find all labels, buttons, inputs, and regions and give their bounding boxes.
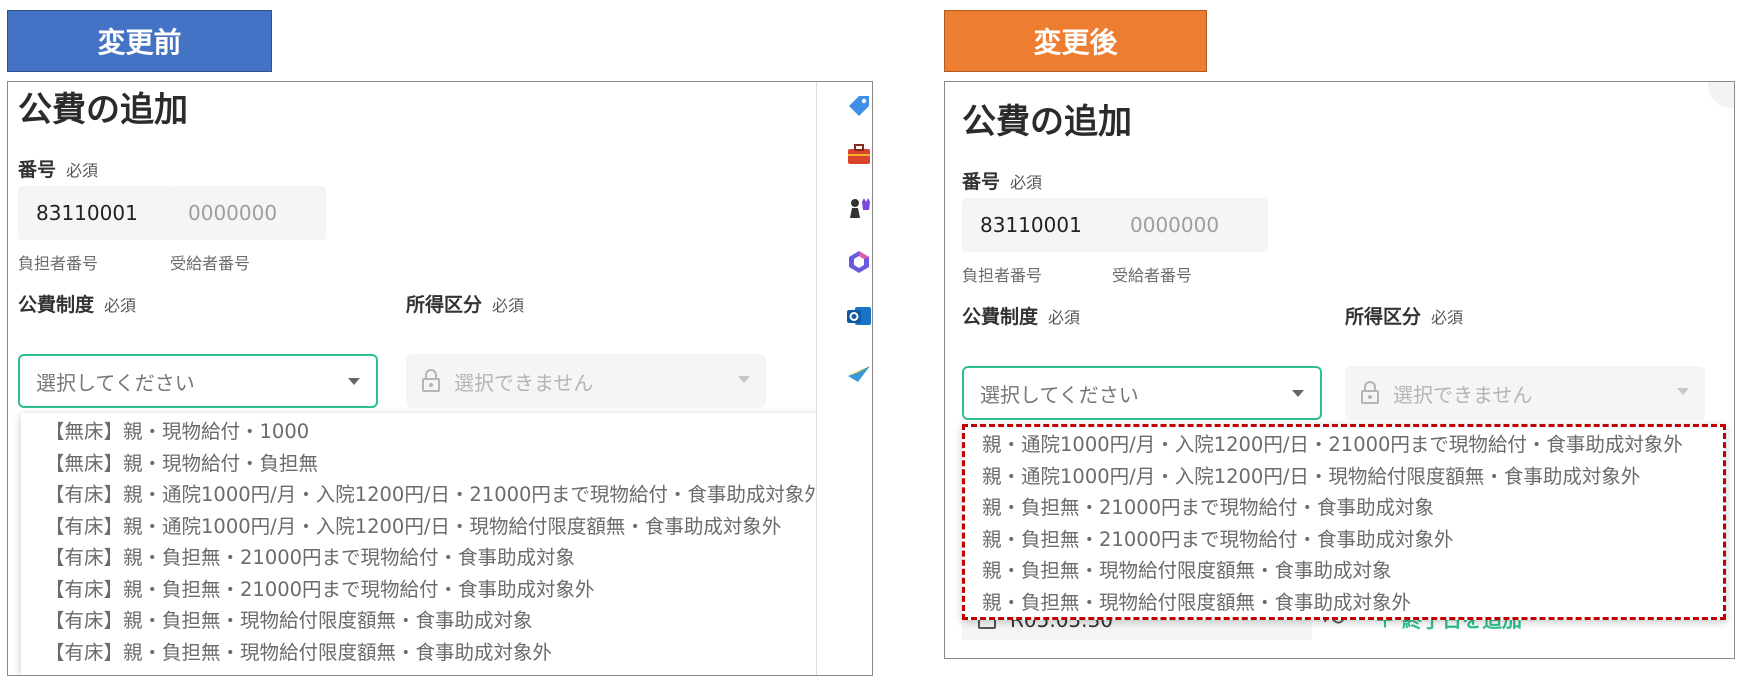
dropdown-option[interactable]: 親・負担無・21000円まで現物給付・食事助成対象外	[965, 524, 1723, 556]
required-badge: 必須	[1048, 308, 1081, 327]
dropdown-option[interactable]: 【有床】親・負担無・現物給付限度額無・食事助成対象外	[21, 637, 872, 669]
dropdown-option[interactable]: 親・通院1000円/月・入院1200円/日・現物給付限度額無・食事助成対象外	[965, 461, 1723, 493]
public-expense-system-select[interactable]: 選択してください	[962, 366, 1322, 420]
chevron-down-icon	[348, 378, 360, 385]
dropdown-option[interactable]: 親・負担無・現物給付限度額無・食事助成対象外	[965, 587, 1723, 619]
required-badge: 必須	[104, 296, 137, 315]
copilot-icon[interactable]	[845, 248, 873, 276]
lock-icon	[422, 369, 440, 393]
app-sidebar	[816, 82, 872, 675]
lock-icon	[1361, 381, 1379, 405]
before-panel: 公費の追加 番号 必須 83110001 0000000 負担者番号 受給者番号 …	[7, 81, 873, 676]
dropdown-option[interactable]: 親・負担無・21000円まで現物給付・食事助成対象	[965, 492, 1723, 524]
recipient-number-label: 受給者番号	[170, 254, 251, 273]
payer-number-input[interactable]: 83110001	[962, 198, 1118, 252]
income-category-label: 所得区分 必須	[1345, 306, 1464, 328]
income-category-select: 選択できません	[406, 354, 766, 408]
chevron-down-icon	[738, 376, 750, 383]
public-expense-system-label: 公費制度 必須	[962, 306, 1081, 328]
dropdown-option[interactable]: 【有床】親・負担無・現物給付限度額無・食事助成対象	[21, 605, 872, 637]
income-category-label: 所得区分 必須	[406, 294, 525, 316]
dropdown-option[interactable]: 【無床】親・現物給付・1000	[21, 416, 872, 448]
send-icon[interactable]	[845, 356, 873, 384]
chevron-down-icon	[1292, 390, 1304, 397]
toolbox-icon[interactable]	[845, 140, 873, 168]
required-badge: 必須	[492, 296, 525, 315]
public-expense-system-label: 公費制度 必須	[18, 294, 137, 316]
page-title: 公費の追加	[962, 102, 1132, 142]
public-expense-system-select[interactable]: 選択してください	[18, 354, 378, 408]
tag-icon[interactable]	[845, 92, 873, 120]
payer-number-input[interactable]: 83110001	[18, 186, 174, 240]
options-dropdown: 【無床】親・現物給付・1000 【無床】親・現物給付・負担無 【有床】親・通院1…	[21, 413, 872, 675]
after-panel: 公費の追加 番号 必須 83110001 0000000 負担者番号 受給者番号 …	[944, 81, 1735, 659]
page-title: 公費の追加	[18, 90, 188, 130]
before-banner: 変更前	[7, 10, 272, 72]
recipient-number-input[interactable]: 0000000	[1112, 198, 1268, 252]
dropdown-option[interactable]: 親・通院1000円/月・入院1200円/日・21000円まで現物給付・食事助成対…	[965, 429, 1723, 461]
payer-number-label: 負担者番号	[962, 266, 1043, 285]
required-badge: 必須	[66, 161, 99, 180]
dropdown-option[interactable]: 【有床】親・通院1000円/月・入院1200円/日・21000円まで現物給付・食…	[21, 479, 872, 511]
dropdown-option[interactable]: 【有床】親・通院1000円/月・入院1200円/日・現物給付限度額無・食事助成対…	[21, 511, 872, 543]
number-label: 番号 必須	[18, 159, 99, 181]
recipient-number-label: 受給者番号	[1112, 266, 1193, 285]
income-category-select: 選択できません	[1345, 366, 1705, 420]
recipient-number-input[interactable]: 0000000	[170, 186, 326, 240]
dropdown-option[interactable]: 【無床】親・現物給付・負担無	[21, 448, 872, 480]
required-badge: 必須	[1431, 308, 1464, 327]
chevron-down-icon	[1677, 388, 1689, 395]
options-dropdown: 親・通院1000円/月・入院1200円/日・21000円まで現物給付・食事助成対…	[962, 424, 1726, 620]
dropdown-option[interactable]: 親・負担無・現物給付限度額無・食事助成対象	[965, 555, 1723, 587]
dropdown-option[interactable]: 【有床】親・負担無・21000円まで現物給付・食事助成対象外	[21, 574, 872, 606]
payer-number-label: 負担者番号	[18, 254, 99, 273]
outlook-icon[interactable]	[845, 302, 873, 330]
after-banner: 変更後	[944, 10, 1207, 72]
dropdown-option[interactable]: 【有床】親・負担無・21000円まで現物給付・食事助成対象	[21, 542, 872, 574]
chess-icon[interactable]	[845, 194, 873, 222]
number-label: 番号 必須	[962, 171, 1043, 193]
close-button[interactable]	[1708, 82, 1734, 108]
required-badge: 必須	[1010, 173, 1043, 192]
